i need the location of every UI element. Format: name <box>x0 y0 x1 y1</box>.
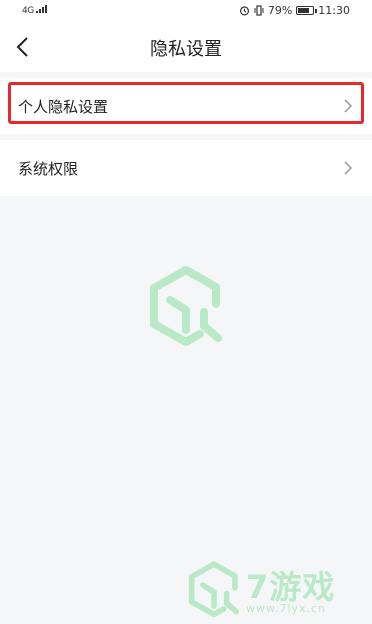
page-title: 隐私设置 <box>150 39 222 60</box>
signal-indicator: 4G <box>22 4 50 16</box>
nav-bar: 隐私设置 <box>0 22 372 72</box>
battery-percent: 79% <box>267 4 293 17</box>
status-bar: 4G 79% 11:30 <box>0 0 372 22</box>
app-logo-icon <box>150 266 222 346</box>
watermark-logo-icon <box>188 561 240 618</box>
chevron-right-icon <box>344 99 353 113</box>
status-right: 79% 11:30 <box>239 4 350 17</box>
signal-icon <box>36 5 48 13</box>
chevron-right-icon <box>344 161 353 175</box>
status-time: 11:30 <box>318 4 350 17</box>
watermark: 7游戏 www.7lyx.cn <box>186 560 372 624</box>
settings-item-system-permissions[interactable]: 系统权限 <box>0 140 372 196</box>
settings-item-personal-privacy[interactable]: 个人隐私设置 <box>0 78 372 134</box>
settings-item-label: 系统权限 <box>18 160 79 178</box>
settings-item-label: 个人隐私设置 <box>18 98 109 116</box>
network-type: 4G <box>22 6 34 16</box>
alarm-icon <box>239 6 249 16</box>
battery-icon <box>296 6 318 15</box>
battery-fill <box>298 8 309 13</box>
vibrate-icon <box>254 5 264 16</box>
watermark-url: www.7lyx.cn <box>246 602 327 615</box>
